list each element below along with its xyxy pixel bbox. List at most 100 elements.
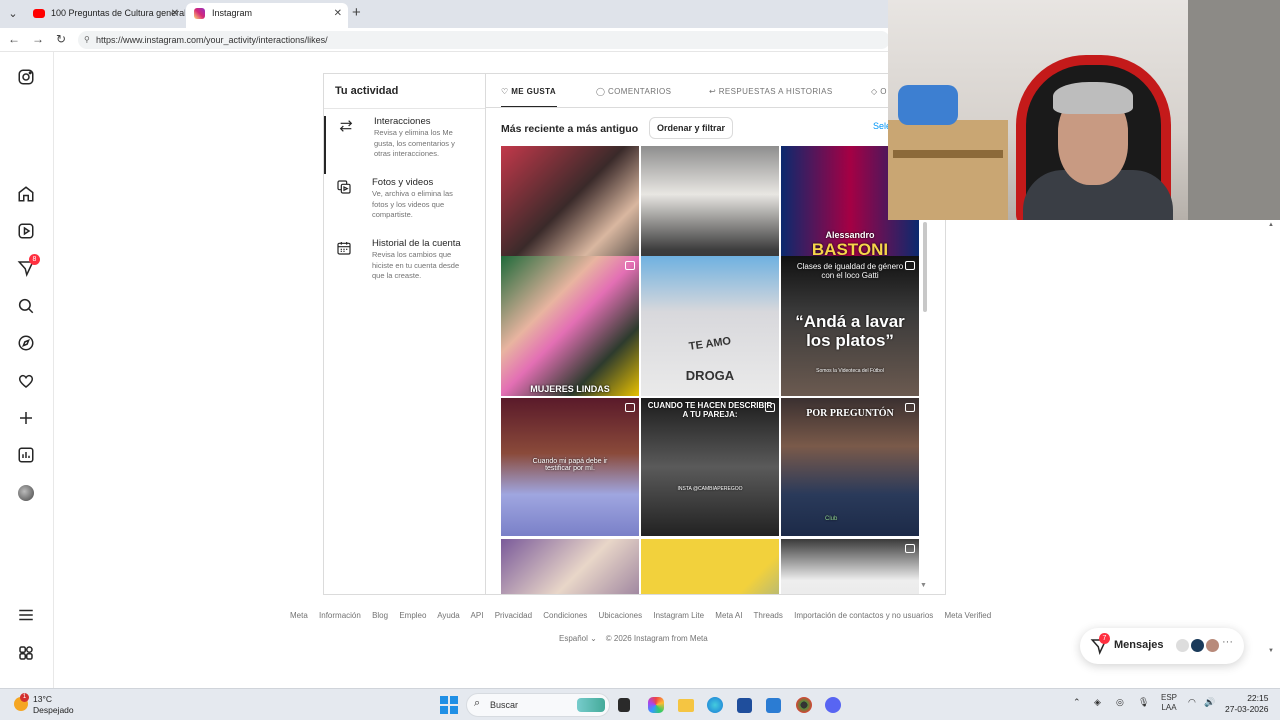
footer-link[interactable]: Meta Verified xyxy=(945,611,992,620)
create-icon[interactable] xyxy=(17,409,37,429)
liked-posts-grid: Alessandro BASTONI MUJERES LINDAS TE AMO… xyxy=(501,146,921,594)
liked-post-thumbnail[interactable]: MUJERES LINDAS xyxy=(501,256,639,396)
network-tray-icon[interactable]: ◎ xyxy=(1116,697,1124,708)
url-text: https://www.instagram.com/your_activity/… xyxy=(96,35,328,45)
footer-link[interactable]: Empleo xyxy=(399,611,426,620)
search-icon: ⌕ xyxy=(474,697,481,709)
messages-badge: 7 xyxy=(1099,633,1110,644)
wifi-icon[interactable]: ◠ xyxy=(1188,697,1196,708)
active-tab-indicator xyxy=(501,106,557,107)
microphone-icon[interactable]: 🎙 xyxy=(1138,697,1149,708)
footer-link[interactable]: Información xyxy=(319,611,361,620)
sort-filter-button[interactable]: Ordenar y filtrar xyxy=(649,117,733,139)
footer-link[interactable]: Threads xyxy=(754,611,783,620)
footer-link[interactable]: Privacidad xyxy=(495,611,532,620)
dashboard-icon[interactable] xyxy=(17,446,37,466)
avatar xyxy=(1190,638,1205,653)
forward-icon[interactable]: → xyxy=(32,32,44,46)
tab-comments[interactable]: ◯ COMENTARIOS xyxy=(596,87,671,96)
copilot-icon[interactable] xyxy=(648,697,664,713)
liked-post-thumbnail[interactable] xyxy=(641,539,779,594)
reel-icon xyxy=(625,261,635,270)
post-caption: “Andá a lavar los platos” xyxy=(795,312,905,350)
instagram-nav-rail: 8 xyxy=(0,52,54,688)
search-icon[interactable] xyxy=(17,297,37,317)
discord-icon[interactable] xyxy=(825,697,841,713)
page-footer: Meta Información Blog Empleo Ayuda API P… xyxy=(290,611,992,620)
tab-likes[interactable]: ♡ ME GUSTA xyxy=(501,87,556,96)
footer-link[interactable]: API xyxy=(471,611,484,620)
volume-icon[interactable]: 🔊 xyxy=(1204,697,1215,708)
footer-link[interactable]: Instagram Lite xyxy=(653,611,704,620)
scroll-up-arrow-icon[interactable]: ▲ xyxy=(1268,222,1274,228)
liked-post-thumbnail[interactable]: CUANDO TE HACEN DESCRIBIR A TU PAREJA: I… xyxy=(641,398,779,536)
browser-tab-youtube[interactable]: 100 Preguntas de Cultura general | ✕ xyxy=(25,3,185,28)
scroll-down-arrow-icon[interactable]: ▼ xyxy=(920,582,927,589)
back-icon[interactable]: ← xyxy=(8,32,20,46)
close-icon[interactable]: ✕ xyxy=(334,3,342,24)
weather-condition: Despejado xyxy=(33,705,74,715)
edge-browser-icon[interactable] xyxy=(707,697,723,713)
activity-title: Tu actividad xyxy=(335,85,399,97)
tab-list-chevron-icon[interactable]: ⌄ xyxy=(4,5,22,23)
chrome-icon[interactable] xyxy=(796,697,812,713)
instagram-logo-icon[interactable] xyxy=(17,68,37,88)
reload-icon[interactable]: ↻ xyxy=(56,32,66,46)
footer-link[interactable]: Condiciones xyxy=(543,611,587,620)
footer-link[interactable]: Meta AI xyxy=(715,611,742,620)
footer-link[interactable]: Blog xyxy=(372,611,388,620)
windows-start-icon[interactable] xyxy=(440,696,458,714)
menu-icon[interactable] xyxy=(17,606,37,626)
tray-app-icon[interactable]: ◈ xyxy=(1094,697,1101,708)
store-icon[interactable] xyxy=(737,698,752,713)
mail-icon[interactable] xyxy=(766,698,781,713)
sidebar-item-photos-videos[interactable]: Fotos y videos Ve, archiva o elimina las… xyxy=(324,177,485,235)
explore-icon[interactable] xyxy=(17,334,37,354)
messages-icon[interactable]: 8 xyxy=(17,254,40,279)
sidebar-item-account-history[interactable]: Historial de la cuenta Revisa los cambio… xyxy=(324,238,485,296)
task-view-icon[interactable] xyxy=(618,698,630,712)
chevron-up-icon[interactable]: ⌃ xyxy=(1073,697,1081,708)
liked-post-thumbnail[interactable]: Cuando mi papá debe ir testificar por mí… xyxy=(501,398,639,536)
sidebar-item-title: Interacciones xyxy=(374,116,431,127)
post-caption: DROGA xyxy=(685,368,735,383)
footer-link[interactable]: Meta xyxy=(290,611,308,620)
url-input[interactable]: ⚲ https://www.instagram.com/your_activit… xyxy=(78,31,890,49)
heart-icon[interactable] xyxy=(17,372,37,392)
new-tab-button[interactable]: + xyxy=(352,4,361,21)
close-icon[interactable]: ✕ xyxy=(171,3,179,24)
tab-story-replies[interactable]: ↩ RESPUESTAS A HISTORIAS xyxy=(709,87,833,96)
weather-badge: 1 xyxy=(20,693,29,702)
language-indicator[interactable]: ESP LAA xyxy=(1161,693,1177,713)
system-clock[interactable]: 22:15 27-03-2026 xyxy=(1225,693,1268,715)
scroll-down-arrow-icon[interactable]: ▼ xyxy=(1268,648,1274,654)
tab-other[interactable]: ◇ O xyxy=(871,87,887,96)
sidebar-item-interactions[interactable]: Interacciones Revisa y elimina los Me gu… xyxy=(324,116,485,174)
more-icon[interactable] xyxy=(17,644,37,664)
more-icon[interactable]: ··· xyxy=(1222,636,1233,648)
browser-tab-instagram[interactable]: Instagram ✕ xyxy=(186,3,348,28)
browser-tab-bar: ⌄ 100 Preguntas de Cultura general | ✕ I… xyxy=(0,0,888,28)
footer-link[interactable]: Ayuda xyxy=(437,611,460,620)
taskbar-search[interactable]: ⌕ Buscar xyxy=(466,693,610,717)
messages-button[interactable]: 7 Mensajes ··· xyxy=(1080,628,1244,664)
panel-scrollbar[interactable] xyxy=(923,222,927,312)
page-scrollbar[interactable]: ▲ ▼ xyxy=(1266,222,1276,682)
weather-widget[interactable]: 1 13°C Despejado xyxy=(12,693,102,717)
language-select[interactable]: Español ⌄ xyxy=(559,634,597,643)
home-icon[interactable] xyxy=(17,185,37,205)
post-caption: TE AMO xyxy=(688,335,732,353)
liked-post-thumbnail[interactable]: Clases de igualdad de género con el loco… xyxy=(781,256,919,396)
liked-post-thumbnail[interactable] xyxy=(781,539,919,594)
site-info-icon[interactable]: ⚲ xyxy=(84,31,90,49)
file-explorer-icon[interactable] xyxy=(678,699,694,712)
footer-link[interactable]: Importación de contactos y no usuarios xyxy=(794,611,933,620)
reels-icon[interactable] xyxy=(17,222,37,242)
liked-post-thumbnail[interactable]: POR PREGUNTÓN Club xyxy=(781,398,919,536)
photos-icon xyxy=(336,179,352,195)
profile-avatar[interactable] xyxy=(17,484,37,504)
calendar-icon xyxy=(336,240,352,256)
footer-link[interactable]: Ubicaciones xyxy=(599,611,643,620)
liked-post-thumbnail[interactable] xyxy=(501,539,639,594)
liked-post-thumbnail[interactable]: TE AMO DROGA xyxy=(641,256,779,396)
